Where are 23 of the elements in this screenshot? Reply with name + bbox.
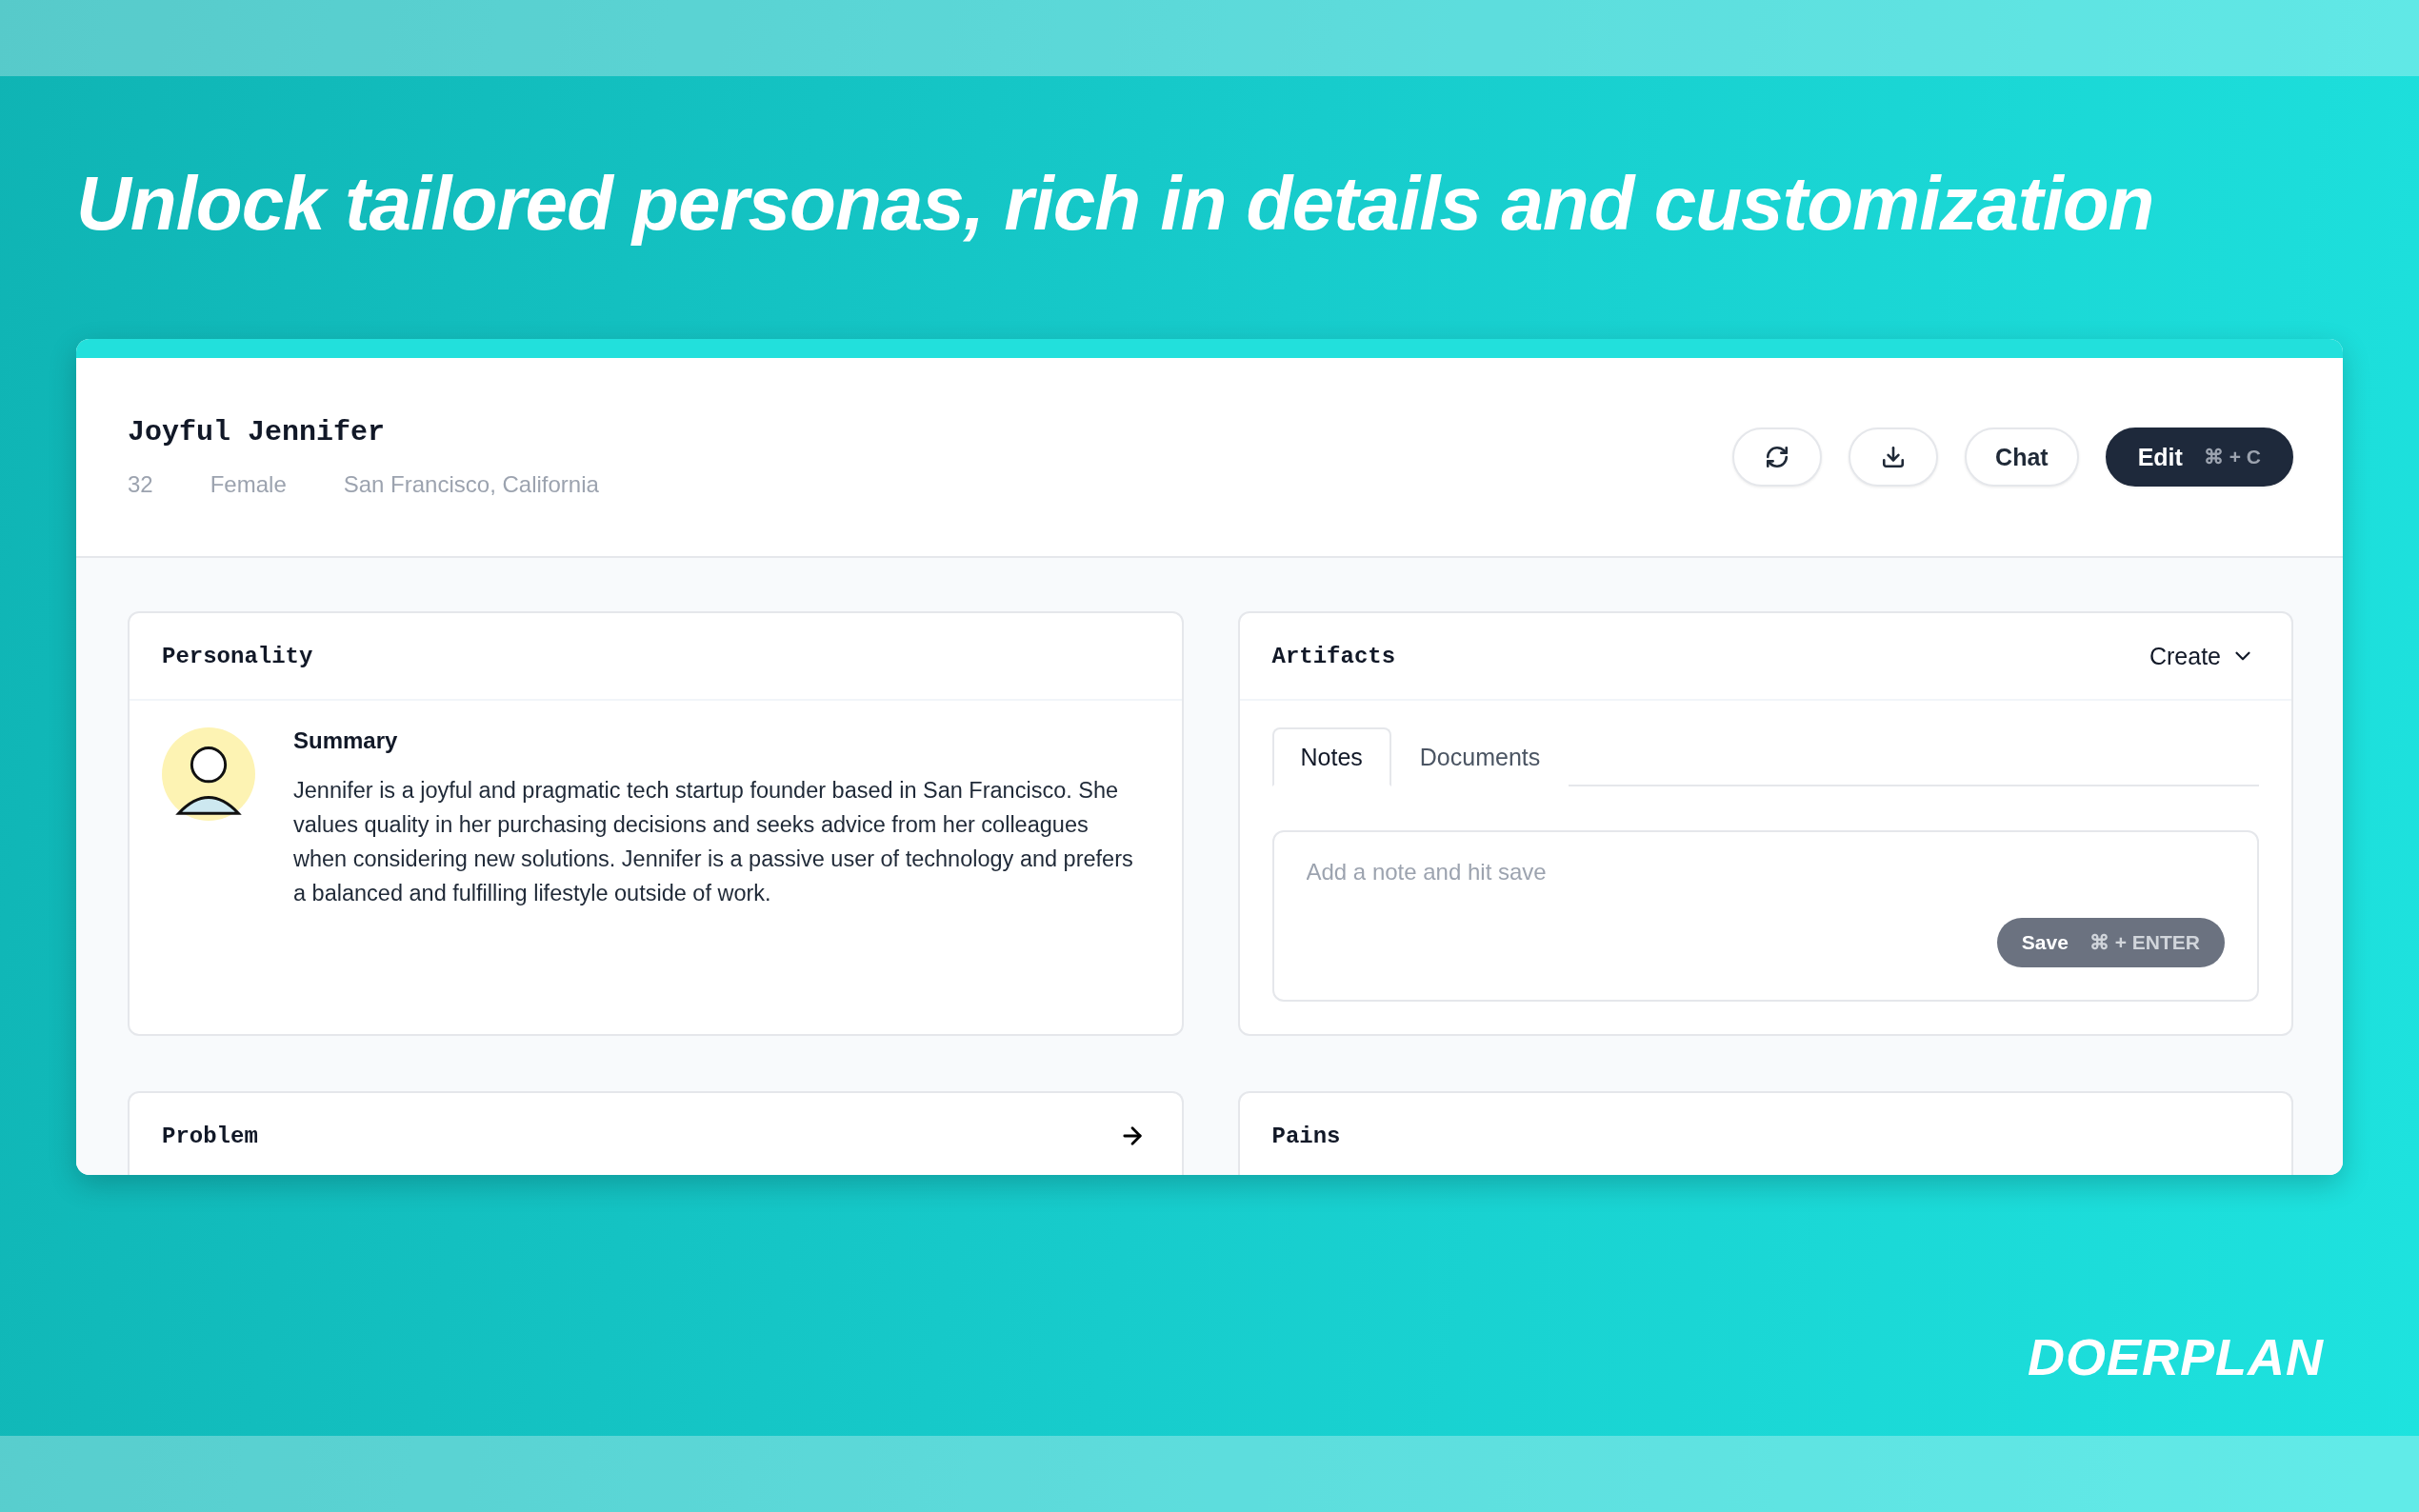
persona-detail: San Francisco, California [343, 471, 599, 498]
refresh-button[interactable] [1732, 428, 1823, 487]
summary-text: Jennifer is a joyful and pragmatic tech startup founder based in San Francisco. She values quality in her purchasing decisions and seeks advice from her colleagues when considering new solutions. Jennifer is a passive user of technology and prefers a balanced and fulfilling lifestyle outside of work. [293, 777, 1134, 907]
save-button[interactable]: Save ⌘ + ENTER [1996, 918, 2225, 967]
avatar-icon [162, 727, 255, 821]
download-icon [1881, 445, 1907, 469]
chat-button[interactable]: Chat [1965, 428, 2079, 487]
persona-name: Joyful Jennifer [128, 416, 387, 448]
tab[interactable]: Notes [1271, 727, 1391, 786]
download-button[interactable] [1849, 428, 1939, 487]
persona-detail: Female [210, 471, 287, 498]
brand-logo: DOERPLAN [2028, 1327, 2324, 1386]
summary-title: Summary [293, 727, 399, 754]
card-title: Personality [162, 643, 313, 669]
headline: Unlock tailored personas, rich in details and customization [76, 162, 2154, 246]
card-title: Pains [1271, 1123, 1341, 1149]
note-field[interactable]: Add a note and hit save Save ⌘ + ENTER [1271, 830, 2259, 1002]
card-title: Problem [162, 1123, 258, 1149]
refresh-icon [1765, 445, 1790, 469]
card-title: Artifacts [1271, 643, 1396, 669]
create-dropdown[interactable]: Create [2149, 642, 2255, 670]
edit-button[interactable]: Edit ⌘ + C [2105, 428, 2293, 487]
persona-detail: 32 [128, 471, 153, 498]
